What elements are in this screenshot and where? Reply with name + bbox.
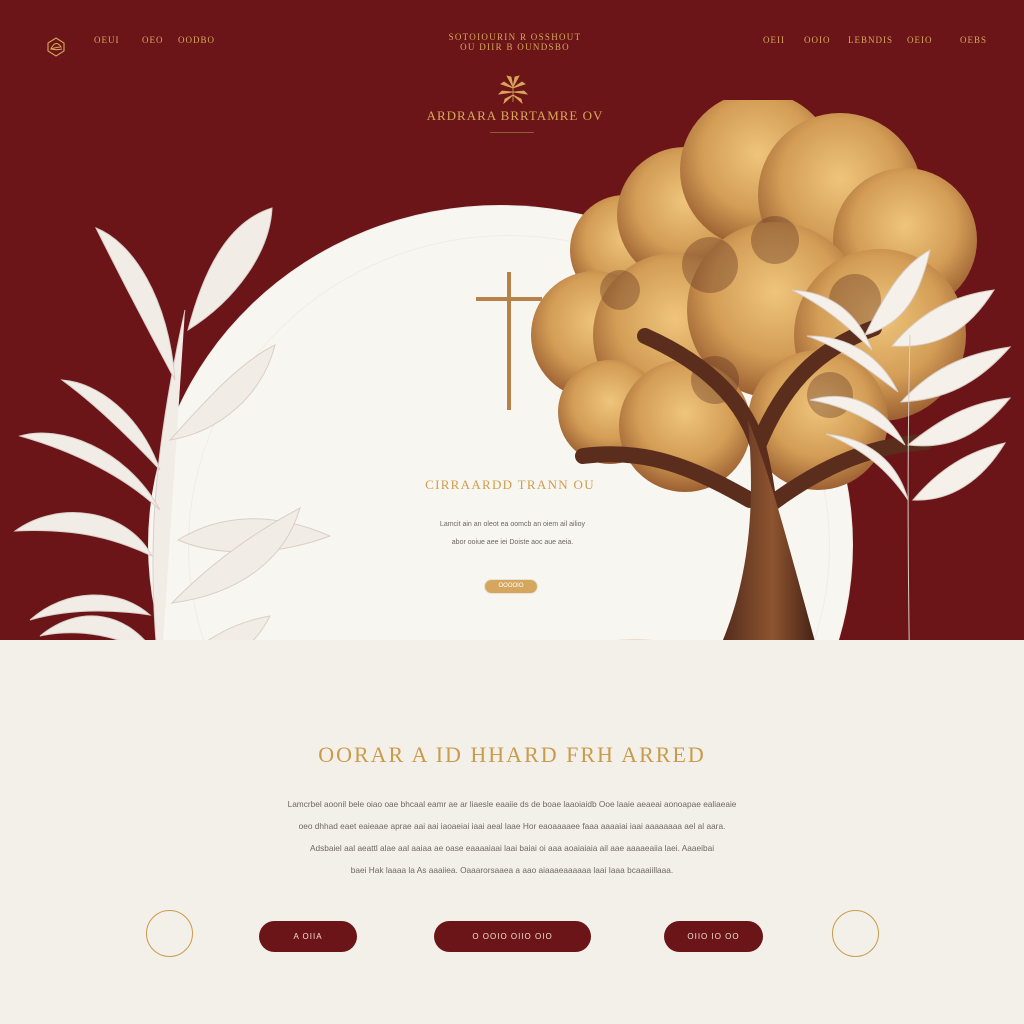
leaf-emblem-icon[interactable]: [44, 35, 68, 59]
nav-item[interactable]: OEIO: [907, 35, 933, 45]
nav-item[interactable]: OEII: [763, 35, 785, 45]
right-circle-button[interactable]: [832, 910, 879, 957]
paragraph-line-3: Adsbaiel aal aeattl alae aal aaiaa ae oa…: [309, 843, 715, 853]
wave-divider: [0, 649, 1024, 720]
hero-section: OEUI OEO OODBO SOTOIOURIN R OSSHOUT OU D…: [0, 0, 1024, 700]
left-primary-button[interactable]: A OIIA: [259, 921, 357, 952]
section-paragraph: Lamcrbel aoonil bele oiao oae bhcaal eam…: [245, 793, 779, 881]
paragraph-line-1: Lamcrbel aoonil bele oiao oae bhcaal eam…: [287, 799, 737, 809]
tree-illustration: [500, 100, 1012, 700]
center-primary-button[interactable]: O OOIO OIIO OIO: [434, 921, 591, 952]
paragraph-line-4: baei Hak laaaa la As aaaiiea. Oaaarorsaa…: [350, 865, 674, 875]
nav-item[interactable]: OEBS: [960, 35, 987, 45]
section-title: OORAR A ID HHARD FRH ARRED: [318, 742, 706, 767]
right-primary-button[interactable]: OIIO IO OO: [664, 921, 763, 952]
nav-item[interactable]: OOIO: [804, 35, 831, 45]
brand-line-1: SOTOIOURIN R OSSHOUT: [448, 32, 582, 42]
nav-item[interactable]: OODBO: [178, 35, 215, 45]
paragraph-line-2: oeo dhhad eaet eaieaae aprae aai aai iao…: [298, 821, 726, 831]
nav-item[interactable]: LEBNDIS: [848, 35, 893, 45]
nav-item[interactable]: OEO: [142, 35, 164, 45]
brand-title[interactable]: SOTOIOURIN R OSSHOUT OU DIIR B OUNDSBO: [430, 32, 600, 52]
left-leaves-illustration: [13, 207, 332, 691]
nav-item[interactable]: OEUI: [94, 35, 120, 45]
left-circle-button[interactable]: [146, 910, 193, 957]
brand-line-2: OU DIIR B OUNDSBO: [460, 42, 570, 52]
